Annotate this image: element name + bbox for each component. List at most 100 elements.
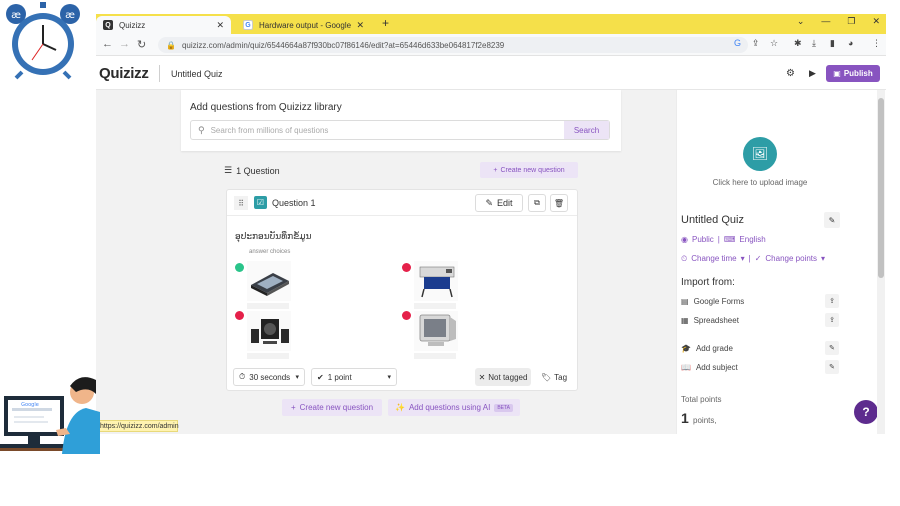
trash-icon[interactable]: 🗑 (550, 194, 568, 212)
upload-icon[interactable]: ⇪ (825, 294, 839, 308)
choice-label-placeholder (247, 353, 289, 359)
download-icon[interactable]: ⤓ (812, 38, 816, 49)
quizizz-header: Quizizz Untitled Quiz ⚙ ▶ ▣ Publish (96, 57, 886, 90)
tag-status-badge[interactable]: ✕ Not tagged (475, 368, 531, 386)
total-points-number: 1 (681, 410, 689, 426)
separator: | (748, 254, 751, 263)
tab-google-search[interactable]: G Hardware output - Google Sear ✕ (236, 16, 371, 34)
tag-status-label: Not tagged (488, 372, 528, 382)
upload-image-text[interactable]: Click here to upload image (677, 178, 843, 187)
import-heading: Import from: (681, 277, 735, 288)
upload-icon[interactable]: ⇪ (825, 313, 839, 327)
visibility-label: Public (691, 235, 714, 244)
library-panel: Add questions from Quizizz library ⚲ Sea… (181, 90, 621, 151)
quizizz-logo[interactable]: Quizizz (99, 65, 149, 82)
window-controls: ⌄ — ❐ ✕ (797, 16, 880, 27)
close-window-icon[interactable]: ✕ (872, 16, 880, 27)
change-time-link[interactable]: Change time (691, 254, 736, 264)
total-points-unit: points, (693, 416, 717, 425)
graduation-cap-icon: 🎓 (681, 343, 691, 353)
import-item-label: Google Forms (693, 296, 745, 306)
close-icon: ✕ (478, 372, 486, 382)
svg-text:æ: æ (11, 10, 21, 21)
preview-play-icon[interactable]: ▶ (809, 68, 816, 79)
tag-icon: 🏷 (540, 372, 552, 382)
pencil-icon[interactable]: ✎ (825, 360, 839, 374)
chevron-down-icon: ▾ (740, 254, 745, 263)
incorrect-indicator-icon (402, 263, 411, 272)
minimize-icon[interactable]: — (821, 16, 830, 27)
keyboard-icon: ⌨ (723, 235, 736, 244)
close-tab-icon[interactable]: ✕ (356, 20, 364, 31)
panel-quiz-title: Untitled Quiz (681, 214, 744, 226)
pencil-icon: ✎ (485, 197, 494, 208)
share-icon[interactable]: ⇪ (752, 38, 760, 49)
question-label: Question 1 (272, 198, 316, 208)
multiple-choice-icon: ☑ (254, 196, 267, 209)
question-card: ⠿ ☑ Question 1 ✎ Edit ⧉ 🗑 ອຸປະກອນບັນທຶກຂ… (226, 189, 578, 391)
back-icon[interactable]: ← (102, 38, 113, 50)
search-button[interactable]: Search (564, 121, 609, 139)
close-tab-icon[interactable]: ✕ (216, 20, 224, 31)
tab-quizizz[interactable]: Q Quizizz ✕ (96, 16, 231, 34)
tag-button[interactable]: 🏷 Tag (536, 368, 572, 386)
page-scrollbar[interactable] (877, 90, 885, 434)
maximize-icon[interactable]: ❐ (847, 16, 855, 27)
chevron-down-icon: ▾ (387, 374, 391, 381)
create-new-question-button[interactable]: + Create new question (480, 162, 578, 178)
time-limit-select[interactable]: ⏱ 30 seconds ▾ (233, 368, 305, 386)
crt-monitor-image (414, 311, 458, 351)
eye-icon: ◉ (681, 235, 688, 244)
plus-icon: + (290, 403, 296, 412)
header-divider (159, 65, 160, 82)
google-lens-icon[interactable]: G (734, 38, 741, 48)
quiz-editor-main: Add questions from Quizizz library ⚲ Sea… (96, 90, 676, 434)
add-grade-label: Add grade (695, 343, 733, 353)
browser-menu-icon[interactable]: ⋮ (872, 38, 881, 49)
import-spreadsheet[interactable]: ▦ Spreadsheet ⇪ (681, 313, 839, 327)
bookmark-star-icon[interactable]: ☆ (770, 38, 778, 49)
tab-title: Quizizz (119, 20, 146, 30)
reload-icon[interactable]: ↻ (137, 38, 146, 51)
add-grade-row[interactable]: 🎓 Add grade ✎ (681, 341, 839, 355)
quiz-title[interactable]: Untitled Quiz (171, 69, 223, 79)
tab-search-icon[interactable]: ⌄ (797, 16, 805, 27)
pencil-icon[interactable]: ✎ (825, 341, 839, 355)
time-points-settings: ⏲ Change time ▾ | ✓ Change points ▾ (681, 254, 825, 264)
import-google-forms[interactable]: ▤ Google Forms ⇪ (681, 294, 839, 308)
settings-gear-icon[interactable]: ⚙ (786, 68, 795, 79)
incorrect-indicator-icon (402, 311, 411, 320)
scrollbar-thumb[interactable] (878, 98, 884, 278)
visibility-language[interactable]: ◉ Public | ⌨ English (681, 235, 766, 244)
side-panel-icon[interactable]: ▮ (830, 38, 835, 49)
browser-tab-bar: Q Quizizz ✕ G Hardware output - Google S… (96, 14, 886, 34)
add-subject-row[interactable]: 📖 Add subject ✎ (681, 360, 839, 374)
chevron-down-icon: ▾ (295, 374, 299, 381)
time-limit-value: 30 seconds (249, 372, 291, 382)
change-points-link[interactable]: Change points (765, 254, 817, 264)
plotter-printer-image (414, 261, 458, 301)
address-bar[interactable]: 🔒 quizizz.com/admin/quiz/6544664a87f930b… (158, 37, 748, 53)
help-question-icon[interactable]: ? (854, 400, 878, 424)
publish-button[interactable]: ▣ Publish (826, 65, 880, 82)
library-search-input[interactable] (204, 125, 564, 135)
timer-icon: ⏱ (239, 372, 246, 381)
upload-image-icon[interactable]: 🖼 (743, 137, 777, 171)
new-tab-button[interactable]: + (382, 16, 389, 30)
person-at-computer-image: Google (0, 377, 100, 454)
separator: | (717, 235, 720, 244)
edit-title-pencil-icon[interactable]: ✎ (824, 212, 840, 228)
drag-handle-icon[interactable]: ⠿ (234, 196, 248, 210)
create-new-question-bottom-button[interactable]: + Create new question (282, 399, 382, 416)
points-select[interactable]: ✔ 1 point ▾ (311, 368, 397, 386)
forward-icon[interactable]: → (119, 38, 130, 50)
chevron-down-icon: ▾ (821, 254, 826, 263)
status-bar-url: https://quizizz.com/admin (96, 420, 179, 432)
edit-question-button[interactable]: ✎ Edit (475, 194, 523, 212)
save-disk-icon: ▣ (833, 69, 841, 78)
duplicate-icon[interactable]: ⧉ (528, 194, 546, 212)
extensions-icon[interactable]: ✱ (794, 38, 802, 49)
add-questions-ai-button[interactable]: ✨ Add questions using AI BETA (388, 399, 520, 416)
plus-icon: + (493, 166, 498, 174)
profile-avatar-icon[interactable]: ◕ (848, 38, 853, 48)
